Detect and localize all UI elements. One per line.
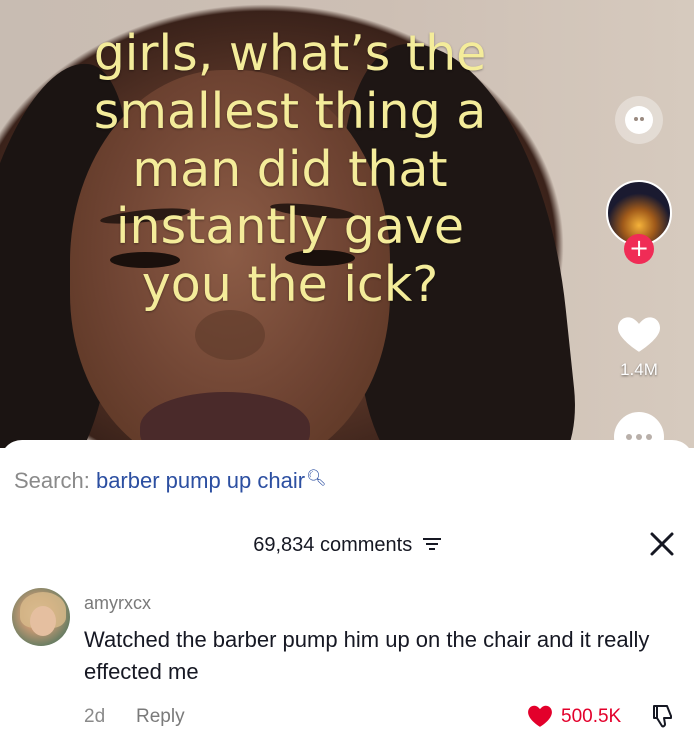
search-suggestion[interactable]: Search: barber pump up chair🔍︎ <box>14 468 326 494</box>
search-icon: 🔍︎ <box>306 470 327 487</box>
commenter-avatar[interactable] <box>12 588 70 646</box>
chat-button[interactable] <box>615 96 663 144</box>
video-caption: girls, what’s the smallest thing a man d… <box>93 25 487 314</box>
comment-like-count: 500.5K <box>561 706 622 727</box>
dislike-icon[interactable] <box>650 703 676 729</box>
close-icon[interactable] <box>648 530 676 558</box>
liked-heart-icon[interactable] <box>527 704 553 728</box>
action-sidebar: + 1.4M <box>584 0 694 448</box>
video-player[interactable]: girls, what’s the smallest thing a man d… <box>0 0 694 448</box>
search-label: Search: <box>14 468 90 493</box>
reply-button[interactable]: Reply <box>136 706 185 728</box>
comment-username[interactable]: amyrxcx <box>84 593 151 614</box>
comment-age: 2d <box>84 706 106 727</box>
comments-count: 69,834 comments <box>253 534 413 556</box>
comments-sheet: Search: barber pump up chair🔍︎ 69,834 co… <box>0 440 694 739</box>
filter-icon[interactable] <box>422 537 441 551</box>
follow-plus-icon[interactable]: + <box>624 234 654 264</box>
video-like-count: 1.4M <box>620 360 658 379</box>
video-nose <box>195 310 265 360</box>
heart-icon[interactable] <box>614 308 664 358</box>
comment-text: Watched the barber pump him up on the ch… <box>84 627 650 684</box>
comments-header: 69,834 comments <box>0 534 694 557</box>
search-query[interactable]: barber pump up chair <box>96 468 305 493</box>
chat-icon <box>625 106 653 134</box>
